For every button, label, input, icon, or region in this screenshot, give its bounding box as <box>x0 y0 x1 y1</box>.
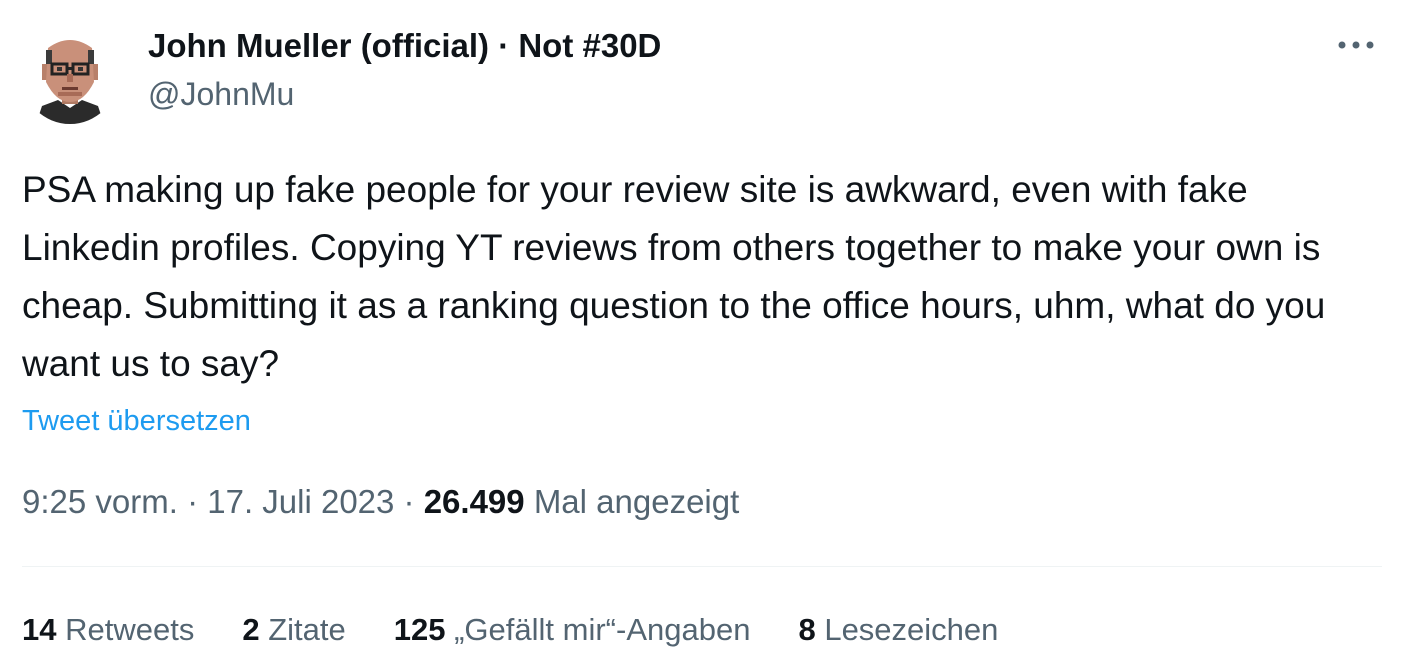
stat-likes[interactable]: 125 „Gefällt mir“-Angaben <box>394 610 751 650</box>
views-label: Mal angezeigt <box>533 483 740 520</box>
meta-separator: · <box>394 483 424 520</box>
author-block: John Mueller (official) · Not #30D @John… <box>148 26 661 114</box>
tweet-date[interactable]: 17. Juli 2023 <box>207 483 394 520</box>
divider <box>22 566 1382 567</box>
meta-separator: · <box>177 483 208 520</box>
more-options-button[interactable] <box>1334 30 1378 60</box>
tweet-text: PSA making up fake people for your revie… <box>22 169 1326 384</box>
tweet-meta: 9:25 vorm. · 17. Juli 2023 · 26.499 Mal … <box>22 480 739 524</box>
stat-retweets-label: Retweets <box>65 612 195 647</box>
stat-bookmarks-count: 8 <box>798 612 816 647</box>
tweet-time[interactable]: 9:25 vorm. <box>22 483 178 520</box>
stat-bookmarks[interactable]: 8 Lesezeichen <box>798 610 998 650</box>
stat-retweets[interactable]: 14 Retweets <box>22 610 194 650</box>
tweet-card: John Mueller (official) · Not #30D @John… <box>0 0 1412 662</box>
stat-likes-label: „Gefällt mir“-Angaben <box>454 612 751 647</box>
stat-retweets-count: 14 <box>22 612 57 647</box>
more-icon <box>1338 41 1374 49</box>
stat-bookmarks-label: Lesezeichen <box>824 612 999 647</box>
tweet-stats: 14 Retweets 2 Zitate 125 „Gefällt mir“-A… <box>22 610 998 650</box>
translate-tweet-link[interactable]: Tweet übersetzen <box>22 403 251 439</box>
stat-quotes[interactable]: 2 Zitate <box>242 610 345 650</box>
avatar[interactable] <box>22 28 118 124</box>
stat-quotes-count: 2 <box>242 612 260 647</box>
author-handle[interactable]: @JohnMu <box>148 74 661 114</box>
stat-likes-count: 125 <box>393 612 446 647</box>
stat-quotes-label: Zitate <box>268 612 346 647</box>
avatar-portrait-icon <box>22 28 118 124</box>
author-display-name[interactable]: John Mueller (official) · Not #30D <box>148 26 661 66</box>
views-count: 26.499 <box>423 483 525 520</box>
